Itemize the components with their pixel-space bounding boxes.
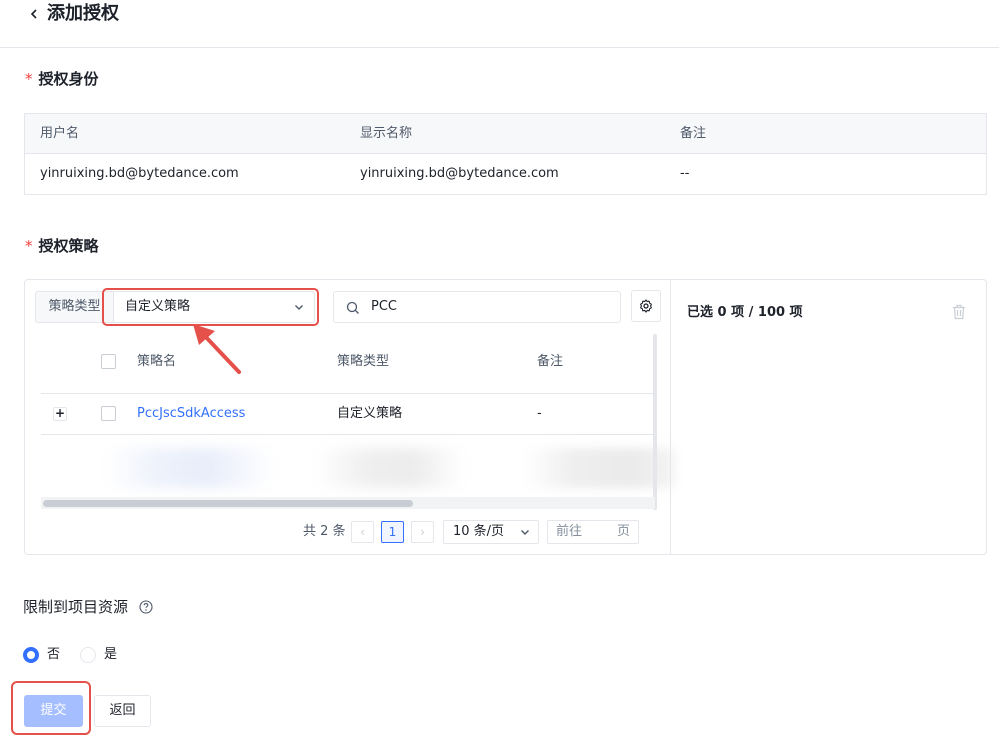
goto-suffix: 页 [616,524,630,539]
identity-table-header: 用户名 显示名称 备注 [25,114,986,154]
next-page-button[interactable]: › [411,521,434,543]
prev-page-button[interactable]: ‹ [351,521,374,543]
blurred-row-content [315,448,465,488]
policy-section-label: 授权策略 [38,237,99,255]
expand-row-button[interactable]: + [53,407,67,421]
vertical-scrollbar[interactable] [653,334,657,510]
page-header: 添加授权 [0,0,999,48]
page-size-value: 10 条/页 [453,524,505,539]
required-mark: * [25,70,33,88]
select-all-checkbox[interactable] [101,354,116,369]
policy-type-cell: 自定义策略 [337,406,403,421]
table-settings-button[interactable] [631,290,661,322]
page-title: 添加授权 [47,3,119,24]
policy-panel: 策略类型 自定义策略 PCC 策略名 策略类型 备注 + PccJscSdkAc… [24,279,987,555]
gear-icon [640,299,652,313]
search-icon [346,301,359,314]
blurred-row-content [105,448,275,488]
restrict-section-title: 限制到项目资源 [23,598,129,616]
display-name-cell: yinruixing.bd@bytedance.com [360,166,559,181]
pagination-total: 共 2 条 [303,524,346,539]
page-button-current[interactable]: 1 [381,521,404,543]
column-header-policy-note: 备注 [537,354,564,369]
note-cell: -- [680,166,690,181]
column-header-note: 备注 [680,126,707,141]
goto-prefix: 前往 [556,524,583,539]
chevron-down-icon [521,530,529,535]
policy-name-link[interactable]: PccJscSdkAccess [137,405,245,423]
identity-section-label: 授权身份 [38,70,99,88]
column-header-policy-name: 策略名 [137,354,177,369]
column-header-policy-type: 策略类型 [337,354,390,369]
back-button[interactable]: 返回 [94,695,151,727]
column-header-username: 用户名 [40,126,80,141]
chevron-left-icon[interactable] [28,8,40,20]
horizontal-scrollbar[interactable] [41,497,655,509]
identity-section-title: * 授权身份 [25,69,99,89]
policy-section-title: * 授权策略 [25,236,99,256]
column-header-display-name: 显示名称 [360,126,413,141]
required-mark: * [25,237,33,255]
identity-table: 用户名 显示名称 备注 yinruixing.bd@bytedance.com … [24,113,987,195]
radio-yes-label[interactable]: 是 [104,646,117,664]
trash-icon[interactable] [952,304,966,320]
radio-no-label[interactable]: 否 [47,646,60,664]
radio-no[interactable] [23,647,39,663]
policy-note-cell: - [537,406,542,421]
policy-search-input[interactable]: PCC [333,291,621,323]
table-row: + PccJscSdkAccess 自定义策略 - [41,394,655,435]
page-size-select[interactable]: 10 条/页 [443,520,539,544]
policy-table-header: 策略名 策略类型 备注 [41,334,655,394]
panel-divider [670,280,671,554]
annotation-arrow-icon [193,324,241,374]
selected-count: 已选 0 项 / 100 项 [687,305,803,320]
goto-page-input[interactable]: 前往 页 [547,520,639,544]
radio-yes[interactable] [80,647,96,663]
horizontal-scrollbar-thumb[interactable] [43,500,413,507]
search-value: PCC [371,299,397,314]
question-circle-icon[interactable] [139,600,153,614]
annotation-highlight-box [11,681,91,735]
username-cell: yinruixing.bd@bytedance.com [40,166,239,181]
row-checkbox[interactable] [101,406,116,421]
